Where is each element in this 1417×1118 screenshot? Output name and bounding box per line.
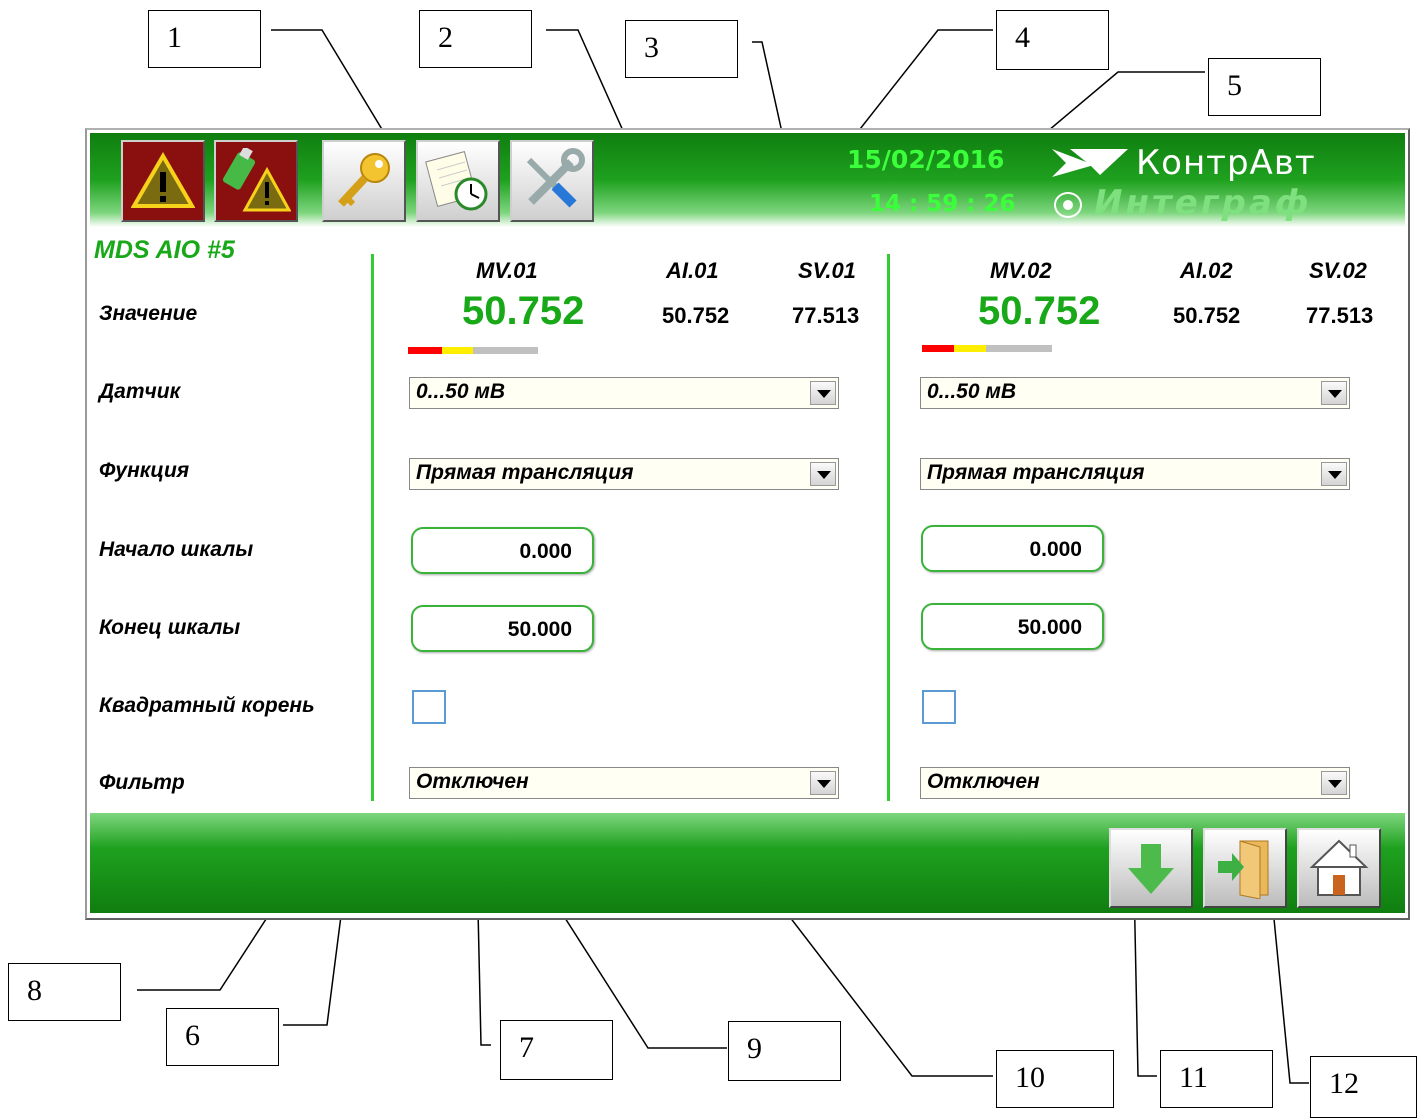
ch2-scale-start-value: 0.000 [1029, 538, 1082, 561]
ch1-sensor-value: 0...50 мВ [416, 380, 506, 403]
callout-9: 9 [728, 1021, 841, 1081]
hmi-screen: 15/02/2016 14 : 59 : 26 КонтрАвт Интегра… [85, 128, 1410, 920]
usb-alarm-icon [222, 148, 291, 212]
ch1-sensor-dropdown[interactable]: 0...50 мВ [409, 377, 839, 409]
ch1-ai-value: 50.752 [662, 303, 730, 328]
callout-11: 11 [1160, 1050, 1273, 1108]
callout-10: 10 [996, 1050, 1114, 1108]
ch2-sqrt-checkbox[interactable] [922, 690, 956, 724]
ch1-scale-start-value: 0.000 [519, 540, 572, 563]
ch2-status-yellow [954, 345, 986, 352]
ch1-sqrt-checkbox[interactable] [412, 690, 446, 724]
ch1-scale-end-value: 50.000 [507, 618, 572, 641]
key-button[interactable] [322, 140, 406, 222]
callout-6: 6 [166, 1008, 279, 1066]
ch1-scale-start-field[interactable]: 0.000 [411, 527, 594, 574]
ch2-function-value: Прямая трансляция [927, 461, 1145, 484]
ch2-filter-dropdown[interactable]: Отключен [920, 767, 1350, 799]
alarm-button[interactable] [121, 140, 205, 222]
brand-mark-icon [1054, 192, 1082, 218]
ch1-scale-end-field[interactable]: 50.000 [411, 605, 594, 652]
schedule-icon [425, 150, 488, 211]
label-filter: Фильтр [99, 771, 185, 794]
ch1-sv-header: SV.01 [798, 258, 856, 283]
ch1-sv-value: 77.513 [792, 303, 860, 328]
ch2-sv-header: SV.02 [1309, 258, 1367, 283]
chevron-down-icon[interactable] [1321, 462, 1347, 486]
brand-logo-icon [1052, 149, 1128, 177]
chevron-down-icon[interactable] [810, 381, 836, 405]
home-button[interactable] [1297, 828, 1381, 908]
ch1-status-yellow [442, 347, 473, 354]
label-scale-end: Конец шкалы [99, 616, 241, 639]
callout-3: 3 [625, 20, 738, 78]
usb-alarm-button[interactable] [214, 140, 298, 222]
ch2-status-gray [986, 345, 1052, 352]
label-value: Значение [99, 302, 198, 325]
ch1-mv-value: 50.752 [462, 289, 585, 333]
ch2-sensor-value: 0...50 мВ [927, 380, 1017, 403]
ch2-status-red [922, 345, 954, 352]
ch2-mv-header: MV.02 [990, 258, 1052, 283]
download-arrow-icon [1128, 844, 1174, 894]
chevron-down-icon[interactable] [1321, 381, 1347, 405]
device-title: MDS AIO #5 [94, 236, 235, 264]
callout-8: 8 [8, 963, 121, 1021]
callout-12: 12 [1310, 1056, 1417, 1118]
brand-product: Интеграф [1094, 183, 1312, 223]
callout-2: 2 [419, 10, 532, 68]
ch2-function-dropdown[interactable]: Прямая трансляция [920, 458, 1350, 490]
column-divider-1 [371, 254, 374, 801]
chevron-down-icon[interactable] [810, 462, 836, 486]
ch1-status-red [408, 347, 442, 354]
chevron-down-icon[interactable] [810, 771, 836, 795]
home-icon [1309, 839, 1369, 896]
time-display: 14 : 59 : 26 [869, 191, 1016, 217]
ch2-scale-start-field[interactable]: 0.000 [921, 525, 1104, 572]
download-button[interactable] [1109, 828, 1193, 908]
exit-door-icon [1218, 840, 1269, 899]
callout-1: 1 [148, 10, 261, 68]
column-divider-2 [887, 254, 890, 801]
key-icon [338, 153, 390, 207]
label-sensor: Датчик [99, 380, 181, 403]
ch1-filter-value: Отключен [416, 770, 529, 793]
callout-5: 5 [1208, 58, 1321, 116]
ch2-ai-value: 50.752 [1173, 303, 1241, 328]
ch1-mv-header: MV.01 [476, 258, 538, 283]
schedule-button[interactable] [416, 140, 500, 222]
chevron-down-icon[interactable] [1321, 771, 1347, 795]
ch2-ai-header: AI.02 [1180, 258, 1233, 283]
ch2-sensor-dropdown[interactable]: 0...50 мВ [920, 377, 1350, 409]
settings-button[interactable] [510, 140, 594, 222]
ch1-function-dropdown[interactable]: Прямая трансляция [409, 458, 839, 490]
label-sqrt: Квадратный корень [99, 694, 315, 717]
ch1-ai-header: AI.01 [666, 258, 719, 283]
label-function: Функция [99, 459, 190, 482]
ch1-status-bar [408, 347, 538, 354]
alarm-icon [131, 152, 195, 208]
ch2-filter-value: Отключен [927, 770, 1040, 793]
ch2-scale-end-field[interactable]: 50.000 [921, 603, 1104, 650]
callout-7: 7 [500, 1020, 613, 1080]
ch1-status-gray [473, 347, 538, 354]
ch2-status-bar [922, 345, 1052, 352]
label-scale-start: Начало шкалы [99, 538, 254, 561]
bottom-bar [90, 813, 1405, 913]
ch2-sv-value: 77.513 [1306, 303, 1374, 328]
ch2-mv-value: 50.752 [978, 289, 1101, 333]
ch1-filter-dropdown[interactable]: Отключен [409, 767, 839, 799]
exit-button[interactable] [1203, 828, 1287, 908]
date-display: 15/02/2016 [847, 145, 1005, 174]
tools-icon [526, 148, 585, 208]
ch2-scale-end-value: 50.000 [1017, 616, 1082, 639]
ch1-function-value: Прямая трансляция [416, 461, 634, 484]
brand-name: КонтрАвт [1136, 143, 1316, 183]
callout-4: 4 [996, 10, 1109, 70]
top-bar: 15/02/2016 14 : 59 : 26 КонтрАвт Интегра… [90, 133, 1405, 227]
